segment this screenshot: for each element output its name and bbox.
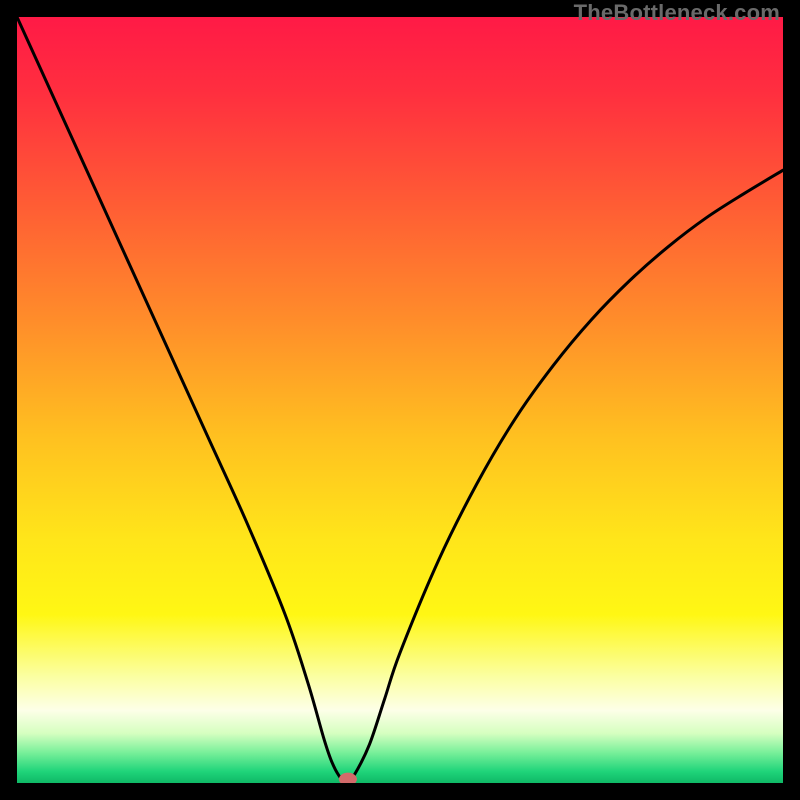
watermark-text: TheBottleneck.com xyxy=(574,0,780,26)
gradient-background xyxy=(17,17,783,783)
chart-container: TheBottleneck.com xyxy=(0,0,800,800)
bottleneck-chart xyxy=(17,17,783,783)
plot-area xyxy=(17,17,783,783)
